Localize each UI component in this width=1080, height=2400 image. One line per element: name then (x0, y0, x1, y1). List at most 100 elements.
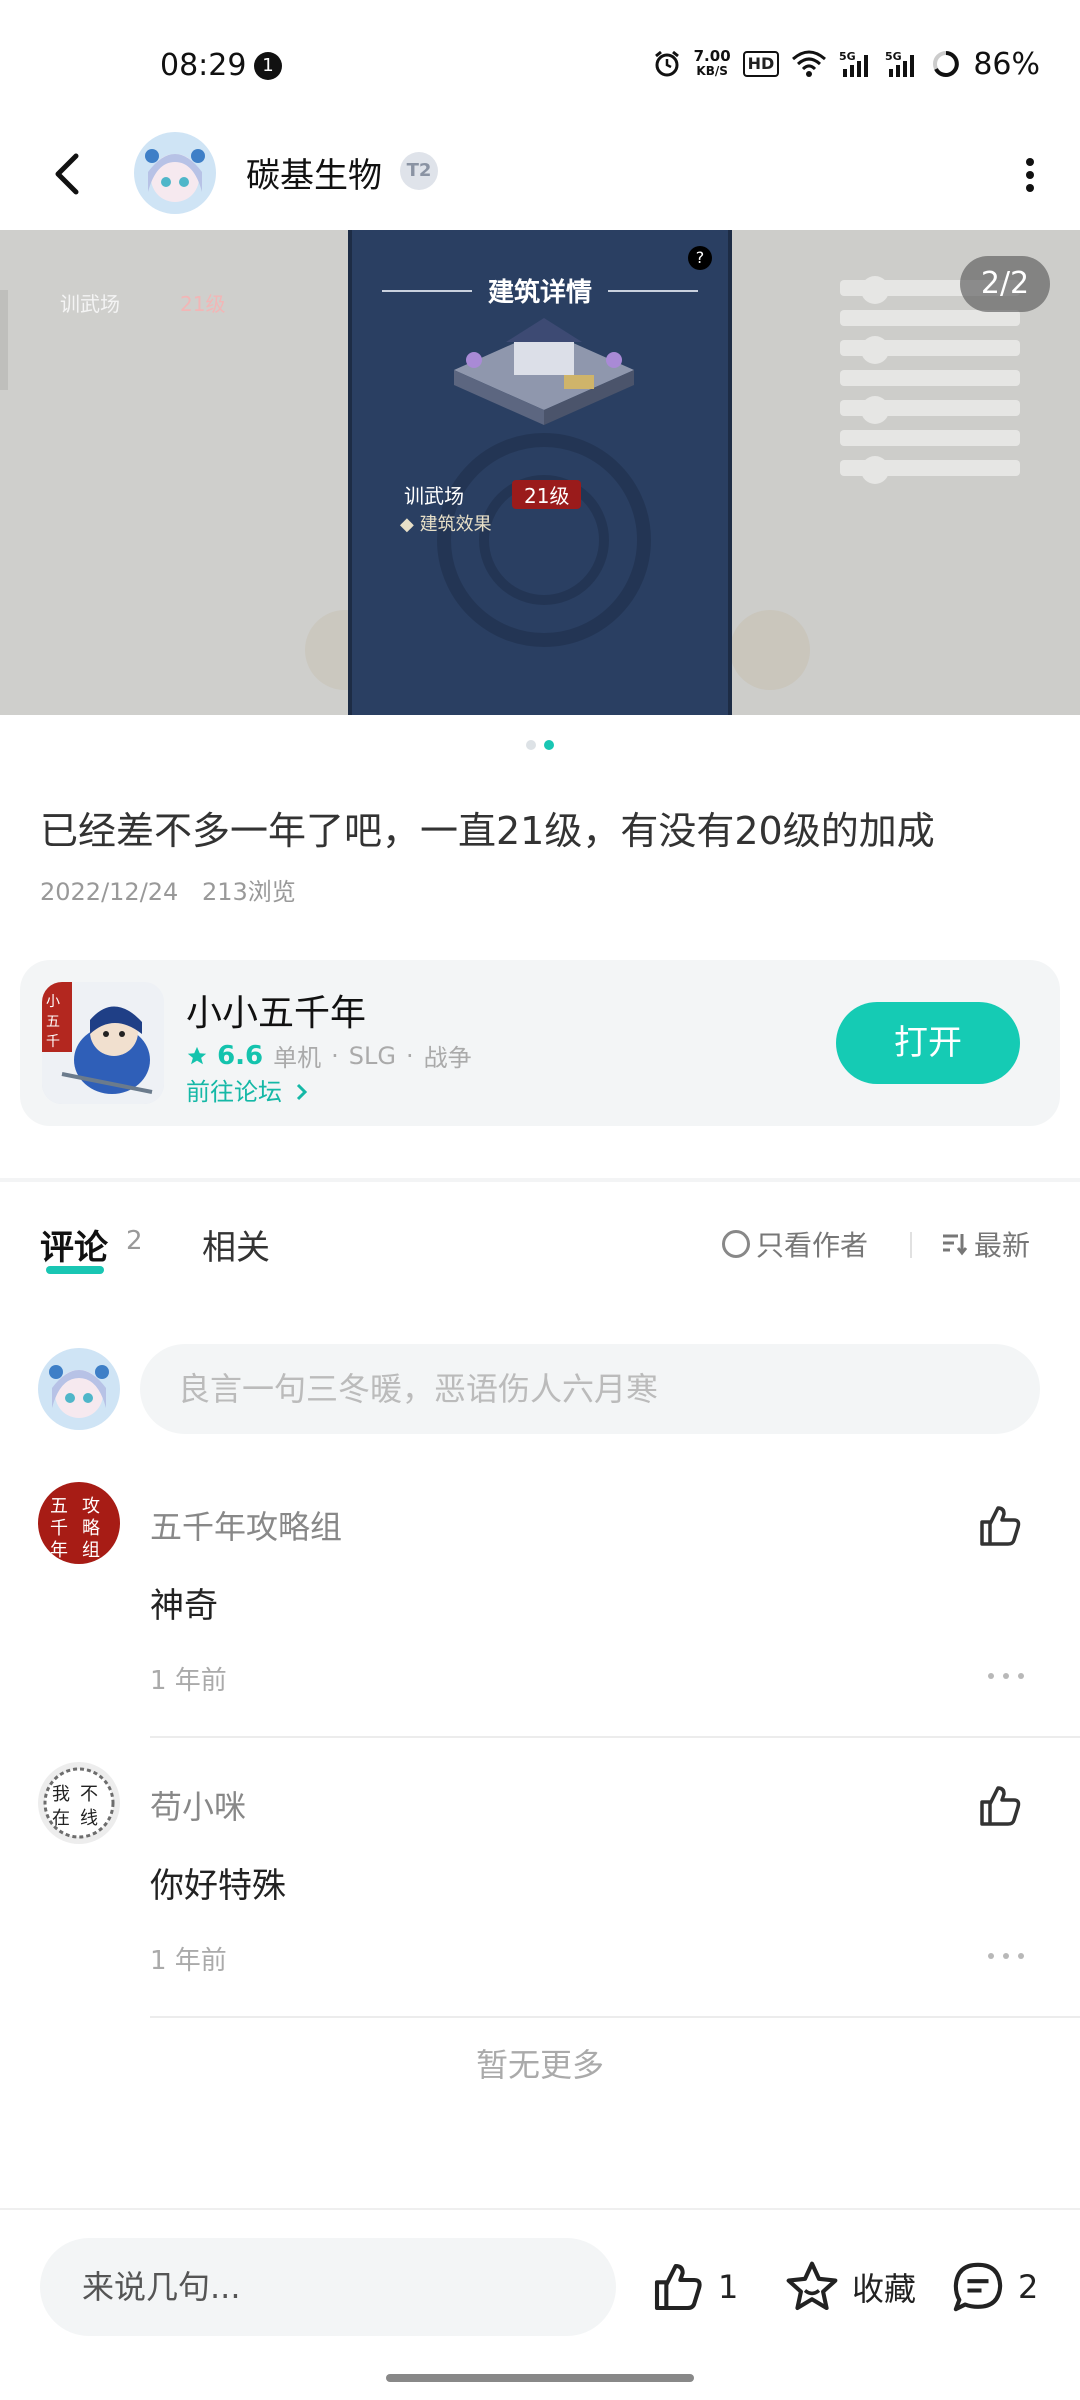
open-game-button[interactable]: 打开 (836, 1002, 1020, 1084)
wifi-icon (791, 47, 827, 81)
building-level-badge: 21级 (512, 480, 582, 509)
back-arrow-icon (55, 153, 79, 195)
signal-5g-icon: 5G (839, 47, 873, 81)
radio-circle-icon (722, 1230, 750, 1258)
thumbs-up-icon (980, 1506, 1021, 1546)
favorite-button[interactable]: 收藏 (784, 2252, 916, 2322)
commenter-avatar[interactable]: 五 千 年 攻 略 组 (38, 1482, 120, 1564)
sort-label: 最新 (974, 1229, 1031, 1262)
comment-button[interactable]: 2 (950, 2252, 1038, 2322)
author-only-toggle[interactable]: 只看作者 (722, 1224, 868, 1264)
star-outline-icon (786, 2261, 838, 2311)
like-count: 1 (718, 2268, 739, 2306)
post-header: 碳基生物 T2 (0, 120, 1080, 230)
my-avatar (38, 1348, 120, 1430)
svg-text:略: 略 (82, 1518, 100, 1539)
status-icons: 7.00 KB/S HD 5G 5G 86% (652, 44, 1040, 84)
image-carousel[interactable]: 训武场 21级 建筑详情 ? 训武场 21级 ◆ 建筑效果 2/2 (0, 230, 1080, 715)
comment-like-button[interactable] (976, 1782, 1024, 1830)
commenter-name[interactable]: 五千年攻略组 (150, 1502, 342, 1548)
more-options-button[interactable] (1010, 150, 1050, 200)
comment-count: 2 (1018, 2268, 1039, 2306)
comment-item: 五 千 年 攻 略 组 五千年攻略组 神奇 1 年前 (0, 1482, 1080, 1762)
svg-text:不: 不 (80, 1784, 98, 1805)
game-card[interactable]: 小 五 千 小小五千年 6.6 单机 · SLG · 战争 前往论坛 打开 (20, 960, 1060, 1126)
comment-more-button[interactable] (988, 1950, 1024, 1962)
tag-separator: · (331, 1041, 339, 1070)
comment-time: 1 年前 (150, 1946, 227, 1976)
game-rating: 6.6 (186, 1041, 263, 1071)
comment-separator (150, 1736, 1080, 1738)
thumbs-up-icon (980, 1786, 1021, 1826)
comment-tabs: 评论 2 相关 只看作者 最新 (0, 1210, 1080, 1290)
tab-related[interactable]: 相关 (202, 1220, 270, 1269)
more-vertical-icon (1026, 158, 1034, 192)
forum-link-label: 前往论坛 (186, 1078, 282, 1106)
tab-comments-label: 评论 (40, 1228, 108, 1268)
no-more-text: 暂无更多 (475, 2046, 604, 2084)
carousel-dot[interactable] (526, 740, 536, 750)
watermark-emblem (437, 433, 651, 647)
home-indicator[interactable] (386, 2374, 694, 2382)
sort-button[interactable]: 最新 (940, 1224, 1030, 1264)
comment-input[interactable]: 良言一句三冬暖，恶语伤人六月寒 (140, 1344, 1040, 1434)
back-button[interactable] (44, 144, 94, 204)
say-something-input[interactable]: 来说几句... (40, 2238, 616, 2336)
image-counter: 2/2 (960, 256, 1050, 312)
alarm-icon (652, 47, 682, 81)
svg-text:千: 千 (50, 1518, 68, 1539)
author-name[interactable]: 碳基生物 (246, 148, 382, 197)
svg-text:千: 千 (46, 1034, 60, 1050)
comment-time: 1 年前 (150, 1666, 227, 1696)
comment-body: 神奇 (150, 1586, 218, 1626)
sort-icon (943, 1234, 968, 1256)
author-only-label: 只看作者 (756, 1229, 869, 1262)
game-name[interactable]: 小小五千年 (186, 984, 366, 1036)
carousel-dot-active[interactable] (544, 740, 554, 750)
bottom-action-bar: 来说几句... 1 收藏 2 (0, 2208, 1080, 2368)
go-to-forum-link[interactable]: 前往论坛 (186, 1072, 310, 1107)
panel-title: 建筑详情 (487, 278, 592, 308)
game-icon[interactable]: 小 五 千 (42, 982, 164, 1104)
user-level-badge: T2 (400, 152, 438, 190)
game-tag: SLG (348, 1041, 396, 1070)
author-avatar[interactable] (134, 132, 216, 214)
commenter-name[interactable]: 苟小咪 (150, 1782, 246, 1828)
help-icon: ? (688, 246, 712, 270)
svg-text:线: 线 (80, 1808, 98, 1829)
svg-text:我: 我 (52, 1784, 70, 1805)
comment-item: 我 不 在 线 苟小咪 你好特殊 1 年前 (0, 1762, 1080, 2042)
favorite-label: 收藏 (852, 2270, 917, 2308)
carousel-dots (0, 740, 1080, 750)
commenter-avatar[interactable]: 我 不 在 线 (38, 1762, 120, 1844)
comment-body: 你好特殊 (150, 1866, 286, 1906)
svg-text:五: 五 (50, 1496, 68, 1517)
battery-icon (931, 47, 961, 81)
status-time: 08:29 (160, 48, 247, 83)
active-tab-indicator (46, 1266, 104, 1274)
post-views: 213浏览 (201, 878, 296, 906)
comment-separator (150, 2016, 1080, 2018)
status-bar: 08:29 1 7.00 KB/S HD 5G 5G 86% (0, 0, 1080, 120)
net-speed: 7.00 KB/S (694, 49, 731, 79)
post-date: 2022/12/24 (40, 878, 179, 906)
comment-like-button[interactable] (976, 1502, 1024, 1550)
svg-text:五: 五 (46, 1014, 60, 1030)
svg-text:5G: 5G (839, 50, 856, 63)
tab-comments[interactable]: 评论 (40, 1220, 108, 1274)
svg-text:在: 在 (52, 1808, 70, 1829)
star-icon (187, 1046, 207, 1064)
notification-count-badge: 1 (254, 52, 282, 80)
filter-separator (910, 1232, 912, 1258)
chevron-right-icon (296, 1083, 307, 1101)
svg-text:小: 小 (46, 994, 60, 1010)
comments-count: 2 (126, 1226, 143, 1256)
comment-more-button[interactable] (988, 1670, 1024, 1682)
comment-input-row: 良言一句三冬暖，恶语伤人六月寒 (0, 1342, 1080, 1434)
game-meta: 6.6 单机 · SLG · 战争 (186, 1038, 472, 1073)
svg-text:年: 年 (50, 1540, 68, 1561)
like-post-button[interactable]: 1 (650, 2252, 738, 2322)
svg-text:攻: 攻 (82, 1496, 100, 1517)
section-divider (0, 1178, 1080, 1182)
net-speed-unit: KB/S (696, 64, 728, 78)
